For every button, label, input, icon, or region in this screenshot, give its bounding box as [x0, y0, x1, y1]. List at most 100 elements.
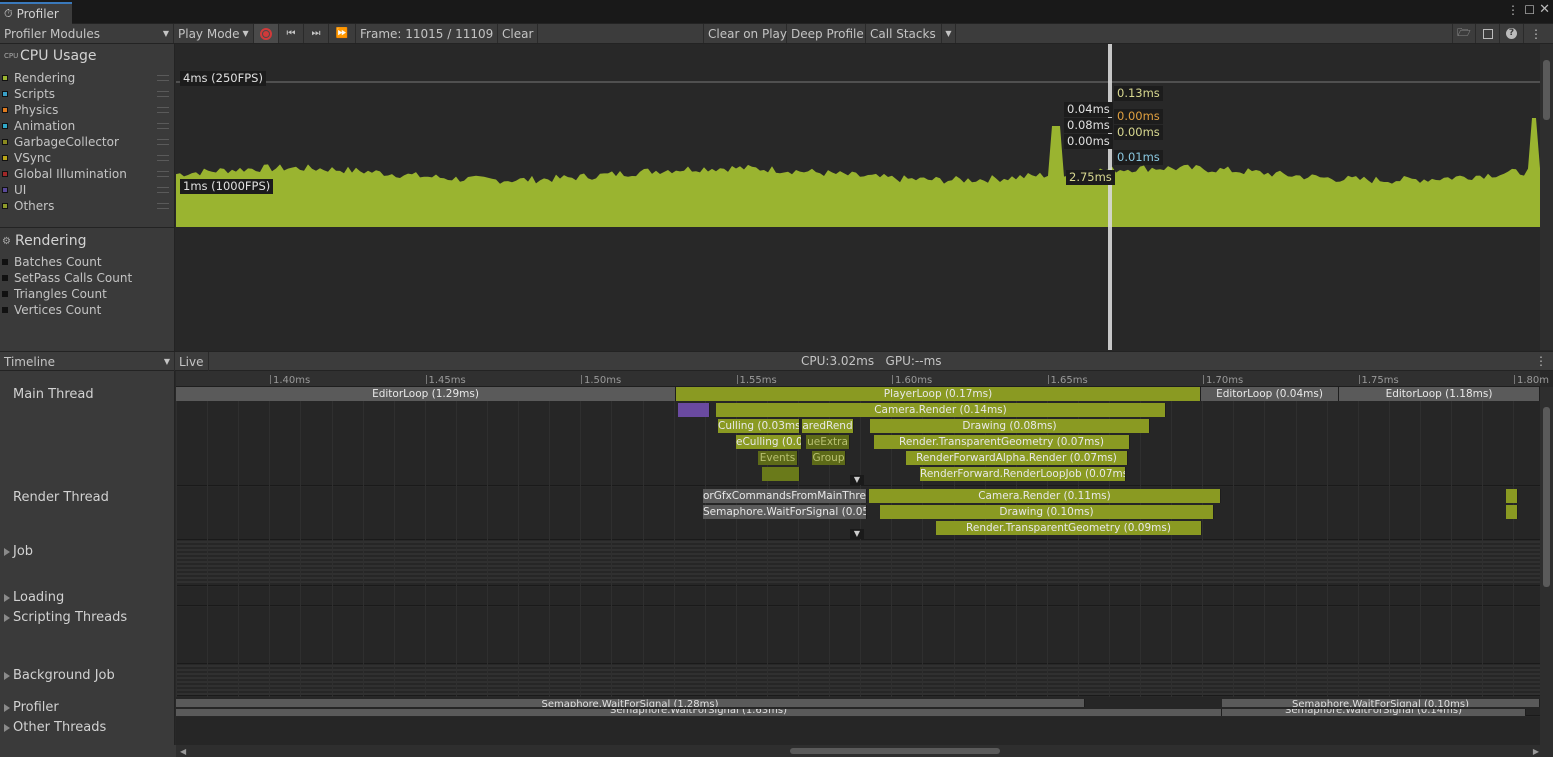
- rendering-chart[interactable]: [176, 227, 1540, 351]
- profiler-semaphore-bar-3[interactable]: Semaphore.WaitForSignal (1.63ms): [176, 709, 1222, 716]
- drag-handle-icon[interactable]: [157, 187, 169, 193]
- job-lane[interactable]: [176, 541, 1540, 586]
- forward-alpha-bar[interactable]: RenderForwardAlpha.Render (0.07ms): [906, 451, 1128, 465]
- legend-swatch[interactable]: [2, 123, 8, 129]
- view-dropdown[interactable]: Timeline ▼: [0, 352, 175, 371]
- rendering-module-legend[interactable]: ⚙ Rendering Batches Count SetPass Calls C…: [0, 227, 175, 351]
- save-button[interactable]: [1476, 24, 1500, 43]
- shared-render-bar[interactable]: aredRend: [802, 419, 854, 433]
- thread-main[interactable]: Main Thread: [0, 387, 175, 402]
- transparent-geometry-bar[interactable]: Render.TransparentGeometry (0.07ms): [874, 435, 1130, 449]
- cpu-module-header[interactable]: CPU CPU Usage: [4, 48, 97, 64]
- first-frame-button[interactable]: ⏮: [279, 24, 304, 43]
- background-job-lane[interactable]: [176, 665, 1540, 696]
- more-icon[interactable]: ⋮: [1535, 354, 1547, 368]
- render-transparent-bar[interactable]: Render.TransparentGeometry (0.09ms): [936, 521, 1202, 535]
- render-drawing-bar[interactable]: Drawing (0.10ms): [880, 505, 1214, 519]
- drag-handle-icon[interactable]: [157, 75, 169, 81]
- legend-swatch[interactable]: [2, 275, 8, 281]
- legend-item[interactable]: VSync: [0, 150, 175, 166]
- thread-job[interactable]: Job: [0, 544, 175, 559]
- last-frame-button[interactable]: ⏩: [329, 24, 356, 43]
- legend-item[interactable]: SetPass Calls Count: [0, 270, 175, 286]
- cpu-module-legend[interactable]: CPU CPU Usage Rendering Scripts Physics Ani…: [0, 44, 175, 227]
- e-culling-bar[interactable]: eCulling (0.0: [736, 435, 802, 449]
- next-frame-button[interactable]: ⏭: [304, 24, 329, 43]
- profiler-semaphore-bar[interactable]: Semaphore.WaitForSignal (1.28ms): [176, 699, 1085, 707]
- legend-swatch[interactable]: [2, 203, 8, 209]
- timeline-vertical-scrollbar[interactable]: [1540, 387, 1553, 745]
- play-mode-dropdown[interactable]: Play Mode ▼: [174, 24, 254, 43]
- record-button[interactable]: [254, 24, 279, 43]
- legend-item[interactable]: Physics: [0, 102, 175, 118]
- close-icon[interactable]: ✕: [1539, 2, 1550, 17]
- clear-on-play-button[interactable]: Clear on Play: [703, 24, 787, 43]
- load-button[interactable]: 🗁: [1452, 24, 1476, 43]
- semaphore-bar[interactable]: Semaphore.WaitForSignal (0.05ms): [703, 505, 867, 519]
- main-thread-lane[interactable]: [176, 387, 1540, 486]
- thread-other[interactable]: Other Threads: [0, 720, 175, 735]
- drawing-bar[interactable]: Drawing (0.08ms): [870, 419, 1150, 433]
- profiler-semaphore-bar-4[interactable]: Semaphore.WaitForSignal (0.14ms): [1222, 709, 1526, 716]
- editor-loop-bar[interactable]: EditorLoop (1.29ms): [176, 387, 676, 401]
- time-ruler[interactable]: [176, 371, 1540, 387]
- editor-loop-bar-3[interactable]: EditorLoop (1.18ms): [1339, 387, 1540, 401]
- drag-handle-icon[interactable]: [157, 171, 169, 177]
- legend-item[interactable]: Animation: [0, 118, 175, 134]
- legend-item[interactable]: GarbageCollector: [0, 134, 175, 150]
- frame-selection-line[interactable]: [1108, 44, 1112, 350]
- drag-handle-icon[interactable]: [157, 203, 169, 209]
- clear-button[interactable]: Clear: [498, 24, 538, 43]
- legend-swatch[interactable]: [2, 155, 8, 161]
- events-bar[interactable]: Events: [758, 451, 798, 465]
- options-button[interactable]: ⋮: [1524, 24, 1548, 43]
- scroll-left-icon[interactable]: ◀: [180, 747, 186, 756]
- timeline-horizontal-scrollbar[interactable]: ◀ ▶: [176, 745, 1553, 757]
- other-threads-lane[interactable]: [176, 717, 1540, 745]
- small-bar[interactable]: [762, 467, 800, 481]
- editor-loop-bar-2[interactable]: EditorLoop (0.04ms): [1201, 387, 1339, 401]
- rendering-module-header[interactable]: ⚙ Rendering: [2, 233, 86, 249]
- expand-stack-icon[interactable]: ▼: [850, 529, 864, 539]
- loading-lane[interactable]: [176, 587, 1540, 606]
- live-toggle[interactable]: Live: [175, 352, 209, 371]
- legend-swatch[interactable]: [2, 259, 8, 265]
- drag-handle-icon[interactable]: [157, 155, 169, 161]
- gfx-commands-bar[interactable]: orGfxCommandsFromMainThread: [703, 489, 867, 503]
- legend-item[interactable]: Scripts: [0, 86, 175, 102]
- scrollbar-thumb[interactable]: [790, 748, 1000, 754]
- render-small-bar-2[interactable]: [1506, 505, 1518, 519]
- modules-scrollbar[interactable]: [1540, 44, 1553, 350]
- culling-bar[interactable]: Culling (0.03ms): [718, 419, 800, 433]
- ui-bar[interactable]: [678, 403, 710, 417]
- drag-handle-icon[interactable]: [157, 91, 169, 97]
- legend-swatch[interactable]: [2, 139, 8, 145]
- profiler-modules-dropdown[interactable]: Profiler Modules ▼: [0, 24, 174, 43]
- scrollbar-thumb[interactable]: [1543, 60, 1550, 120]
- legend-item[interactable]: Global Illumination: [0, 166, 175, 182]
- cpu-usage-chart[interactable]: 4ms (250FPS) 1ms (1000FPS): [176, 44, 1540, 227]
- thread-profiler[interactable]: Profiler: [0, 700, 175, 715]
- more-icon[interactable]: ⋮: [1507, 3, 1519, 17]
- call-stacks-dropdown[interactable]: ▼: [942, 24, 956, 43]
- legend-item[interactable]: Others: [0, 198, 175, 214]
- thread-render[interactable]: Render Thread: [0, 490, 175, 505]
- legend-swatch[interactable]: [2, 307, 8, 313]
- maximize-icon[interactable]: ☐: [1524, 3, 1535, 17]
- thread-background-job[interactable]: Background Job: [0, 668, 175, 683]
- legend-swatch[interactable]: [2, 107, 8, 113]
- legend-item[interactable]: Vertices Count: [0, 302, 175, 318]
- render-small-bar[interactable]: [1506, 489, 1518, 503]
- player-loop-bar[interactable]: PlayerLoop (0.17ms): [676, 387, 1201, 401]
- queue-extra-bar[interactable]: ueExtra: [806, 435, 850, 449]
- legend-swatch[interactable]: [2, 75, 8, 81]
- call-stacks-button[interactable]: Call Stacks: [866, 24, 942, 43]
- help-button[interactable]: ?: [1500, 24, 1524, 43]
- scroll-right-icon[interactable]: ▶: [1533, 747, 1539, 756]
- render-loop-job-bar[interactable]: RenderForward.RenderLoopJob (0.07ms): [920, 467, 1126, 481]
- expand-stack-icon[interactable]: ▼: [850, 475, 864, 485]
- scripting-threads-lane[interactable]: [176, 607, 1540, 664]
- drag-handle-icon[interactable]: [157, 107, 169, 113]
- drag-handle-icon[interactable]: [157, 139, 169, 145]
- camera-render-bar[interactable]: Camera.Render (0.14ms): [716, 403, 1166, 417]
